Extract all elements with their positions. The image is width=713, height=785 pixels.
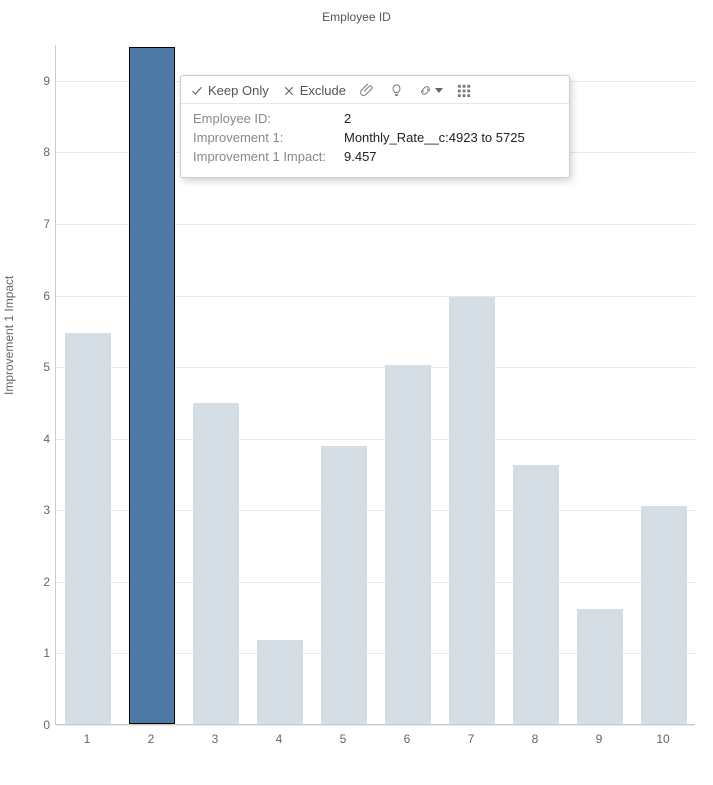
tooltip-row: Improvement 1 Impact: 9.457 — [193, 148, 557, 167]
y-tick-label: 3 — [35, 503, 50, 517]
bar[interactable] — [129, 47, 175, 724]
bar[interactable] — [513, 465, 559, 724]
x-tick-label: 6 — [387, 732, 427, 746]
tooltip-key: Improvement 1: — [193, 129, 338, 148]
bar[interactable] — [65, 333, 111, 724]
y-tick-label: 0 — [35, 718, 50, 732]
link-icon — [418, 83, 433, 98]
x-tick-label: 8 — [515, 732, 555, 746]
x-tick-label: 10 — [643, 732, 683, 746]
y-axis-label: Improvement 1 Impact — [2, 276, 16, 395]
bar[interactable] — [193, 403, 239, 724]
check-icon — [191, 85, 203, 97]
bar[interactable] — [257, 640, 303, 724]
y-tick-label: 7 — [35, 217, 50, 231]
tooltip-key: Employee ID: — [193, 110, 338, 129]
x-tick-label: 7 — [451, 732, 491, 746]
lightbulb-icon-button[interactable] — [389, 83, 404, 98]
tooltip-toolbar: Keep Only Exclude — [181, 76, 569, 104]
link-dropdown-button[interactable] — [418, 83, 443, 98]
x-tick-label: 4 — [259, 732, 299, 746]
bar[interactable] — [385, 365, 431, 724]
x-tick-label: 5 — [323, 732, 363, 746]
y-tick-label: 4 — [35, 432, 50, 446]
tooltip-value: 9.457 — [344, 148, 377, 167]
chart-container: Employee ID Improvement 1 Impact 0 1 2 3 4 5 6… — [0, 0, 713, 785]
keep-only-label: Keep Only — [208, 83, 269, 98]
gridline — [56, 725, 695, 726]
x-tick-label: 2 — [131, 732, 171, 746]
x-tick-label: 9 — [579, 732, 619, 746]
y-tick-label: 2 — [35, 575, 50, 589]
tooltip-value: Monthly_Rate__c:4923 to 5725 — [344, 129, 525, 148]
attach-icon-button[interactable] — [360, 83, 375, 98]
x-tick-label: 1 — [67, 732, 107, 746]
y-tick-label: 5 — [35, 360, 50, 374]
y-tick-label: 1 — [35, 646, 50, 660]
chart-title: Employee ID — [0, 10, 713, 24]
close-icon — [283, 85, 295, 97]
tooltip-body: Employee ID: 2 Improvement 1: Monthly_Rate_… — [181, 104, 569, 177]
lightbulb-icon — [389, 83, 404, 98]
paperclip-icon — [360, 83, 375, 98]
exclude-button[interactable]: Exclude — [283, 83, 346, 98]
tooltip-value: 2 — [344, 110, 351, 129]
y-tick-label: 6 — [35, 289, 50, 303]
bar[interactable] — [449, 297, 495, 724]
view-data-icon-button[interactable] — [457, 83, 472, 98]
keep-only-button[interactable]: Keep Only — [191, 83, 269, 98]
bar[interactable] — [641, 506, 687, 724]
y-tick-label: 9 — [35, 74, 50, 88]
chevron-down-icon — [435, 88, 443, 93]
exclude-label: Exclude — [300, 83, 346, 98]
bar[interactable] — [577, 609, 623, 724]
x-tick-label: 3 — [195, 732, 235, 746]
grid-icon — [457, 83, 472, 98]
tooltip-row: Employee ID: 2 — [193, 110, 557, 129]
bar[interactable] — [321, 446, 367, 724]
y-tick-label: 8 — [35, 145, 50, 159]
tooltip-row: Improvement 1: Monthly_Rate__c:4923 to 57… — [193, 129, 557, 148]
tooltip: Keep Only Exclude — [180, 75, 570, 178]
tooltip-key: Improvement 1 Impact: — [193, 148, 338, 167]
